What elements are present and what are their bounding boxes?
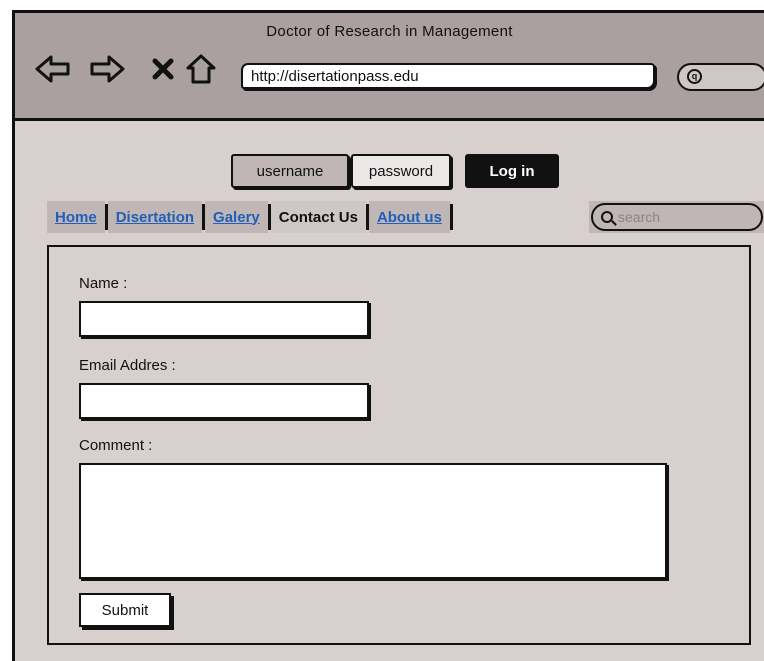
tab-home[interactable]: Home (47, 201, 105, 233)
browser-window: Doctor of Research in Management http://… (12, 10, 764, 661)
password-field[interactable]: password (351, 154, 451, 188)
tab-divider (449, 204, 453, 230)
stop-button[interactable] (145, 51, 181, 87)
site-search-placeholder: search (618, 209, 661, 225)
search-icon (601, 211, 613, 223)
home-icon (186, 54, 216, 84)
submit-button[interactable]: Submit (79, 593, 171, 627)
site-search: search (589, 201, 764, 233)
nav-tabs: Home Disertation Galery Contact Us About… (47, 201, 453, 233)
browser-search[interactable]: q (677, 63, 764, 91)
comment-label: Comment : (79, 437, 153, 454)
forward-button[interactable] (89, 51, 125, 87)
name-label: Name : (79, 275, 128, 292)
tab-galery[interactable]: Galery (205, 201, 268, 233)
name-field[interactable] (79, 301, 369, 337)
back-arrow-icon (35, 55, 70, 83)
forward-arrow-icon (90, 55, 125, 83)
url-field[interactable]: http://disertationpass.edu (241, 63, 655, 89)
email-field[interactable] (79, 383, 369, 419)
username-field[interactable]: username (231, 154, 349, 188)
tab-disertation-label: Disertation (115, 208, 195, 226)
contact-form: Name : Email Addres : Comment : Submit (47, 245, 751, 645)
window-title: Doctor of Research in Management (266, 23, 513, 40)
tab-about-us-label: About us (376, 208, 442, 226)
site-search-input[interactable]: search (591, 203, 763, 231)
search-icon: q (687, 69, 702, 84)
email-label: Email Addres : (79, 357, 176, 374)
back-button[interactable] (35, 51, 71, 87)
home-button[interactable] (183, 51, 219, 87)
tab-about-us[interactable]: About us (368, 201, 450, 233)
tab-contact-us-label: Contact Us (278, 208, 358, 226)
tab-home-label: Home (55, 208, 97, 226)
browser-titlebar: Doctor of Research in Management http://… (15, 13, 764, 121)
login-button[interactable]: Log in (465, 154, 559, 188)
close-icon (152, 58, 174, 80)
tab-disertation[interactable]: Disertation (107, 201, 203, 233)
tab-galery-label: Galery (213, 208, 260, 226)
comment-textarea[interactable] (79, 463, 667, 579)
tab-contact-us[interactable]: Contact Us (270, 201, 366, 233)
